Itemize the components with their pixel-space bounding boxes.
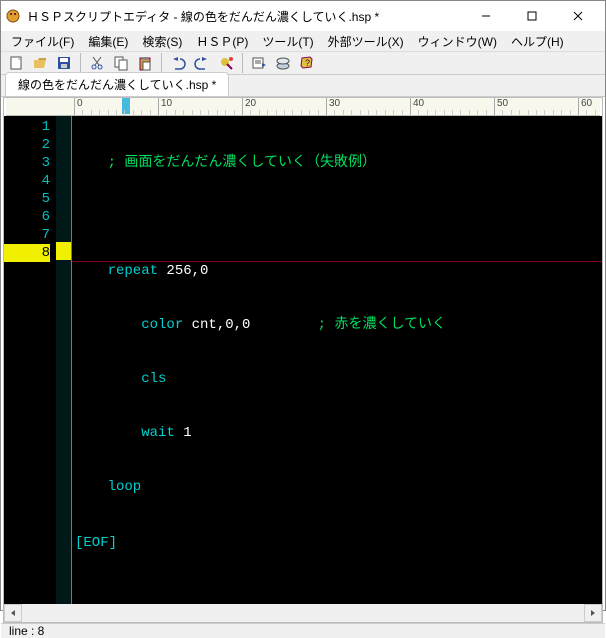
ruler-tick: 50 — [494, 98, 508, 116]
code-area[interactable]: ; 画面をだんだん濃くしていく（失敗例） repeat 256,0 color … — [72, 116, 602, 604]
ruler-tick: 30 — [326, 98, 340, 116]
code-command: color — [74, 317, 183, 333]
scroll-track[interactable] — [22, 604, 584, 622]
line-number: 3 — [4, 154, 50, 172]
menu-edit[interactable]: 編集(E) — [82, 31, 134, 52]
code-editor[interactable]: 1 2 3 4 5 6 7 8 ; 画面をだんだん濃くしていく（失敗例） rep… — [4, 116, 602, 604]
code-comment: ; 画面をだんだん濃くしていく（失敗例） — [74, 155, 376, 171]
ruler-tick: 40 — [410, 98, 424, 116]
menu-file[interactable]: ファイル(F) — [5, 31, 80, 52]
code-args: 1 — [175, 425, 192, 441]
line-number: 7 — [4, 226, 50, 244]
app-icon — [5, 8, 21, 24]
separator — [80, 53, 81, 73]
new-button[interactable] — [5, 52, 27, 74]
run-button[interactable] — [215, 52, 237, 74]
margin-bar — [56, 116, 72, 604]
scroll-right-button[interactable] — [584, 604, 602, 622]
help-button[interactable]: ? — [296, 52, 318, 74]
paste-button[interactable] — [134, 52, 156, 74]
redo-button[interactable] — [191, 52, 213, 74]
line-gutter: 1 2 3 4 5 6 7 8 — [4, 116, 56, 604]
code-eof: [EOF] — [75, 535, 117, 551]
code-keyword: repeat — [74, 263, 158, 279]
titlebar: ＨＳＰスクリプトエディタ - 線の色をだんだん濃くしていく.hsp * — [1, 1, 605, 31]
menubar: ファイル(F) 編集(E) 検索(S) ＨＳＰ(P) ツール(T) 外部ツール(… — [1, 31, 605, 51]
close-button[interactable] — [555, 1, 601, 31]
line-number: 1 — [4, 118, 50, 136]
line-number: 2 — [4, 136, 50, 154]
status-line: line : 8 — [9, 624, 44, 638]
menu-exttool[interactable]: 外部ツール(X) — [322, 31, 410, 52]
code-command: cls — [74, 371, 166, 387]
scroll-left-button[interactable] — [4, 604, 22, 622]
minimize-button[interactable] — [463, 1, 509, 31]
menu-help[interactable]: ヘルプ(H) — [505, 31, 570, 52]
open-button[interactable] — [29, 52, 51, 74]
menu-window[interactable]: ウィンドウ(W) — [412, 31, 503, 52]
horizontal-scrollbar[interactable] — [4, 604, 602, 622]
build-button[interactable] — [272, 52, 294, 74]
compile-button[interactable] — [248, 52, 270, 74]
code-command: wait — [74, 425, 175, 441]
menu-search[interactable]: 検索(S) — [136, 31, 188, 52]
ruler-tick: 0 — [74, 98, 83, 116]
save-button[interactable] — [53, 52, 75, 74]
maximize-button[interactable] — [509, 1, 555, 31]
line-number: 6 — [4, 208, 50, 226]
svg-text:?: ? — [305, 58, 310, 68]
tab-file[interactable]: 線の色をだんだん濃くしていく.hsp * — [5, 72, 229, 96]
line-number: 4 — [4, 172, 50, 190]
ruler-tick: 20 — [242, 98, 256, 116]
tab-bar: 線の色をだんだん濃くしていく.hsp * — [1, 75, 605, 97]
code-comment: ; 赤を濃くしていく — [318, 317, 446, 333]
separator — [161, 53, 162, 73]
statusbar: line : 8 — [1, 623, 605, 638]
code-args: cnt,0,0 — [183, 317, 250, 333]
ruler: 0 10 20 30 40 50 60 — [6, 98, 600, 116]
current-line-underline — [72, 261, 602, 262]
undo-button[interactable] — [167, 52, 189, 74]
ruler-marker — [122, 98, 130, 114]
ruler-tick: 10 — [158, 98, 172, 116]
line-number: 5 — [4, 190, 50, 208]
cut-button[interactable] — [86, 52, 108, 74]
copy-button[interactable] — [110, 52, 132, 74]
menu-tool[interactable]: ツール(T) — [256, 31, 319, 52]
code-args: 256,0 — [158, 263, 208, 279]
window-title: ＨＳＰスクリプトエディタ - 線の色をだんだん濃くしていく.hsp * — [27, 8, 463, 25]
ruler-tick: 60 — [578, 98, 592, 116]
code-keyword: loop — [74, 479, 141, 495]
separator — [242, 53, 243, 73]
menu-hsp[interactable]: ＨＳＰ(P) — [190, 31, 254, 52]
line-number-current: 8 — [4, 244, 50, 262]
